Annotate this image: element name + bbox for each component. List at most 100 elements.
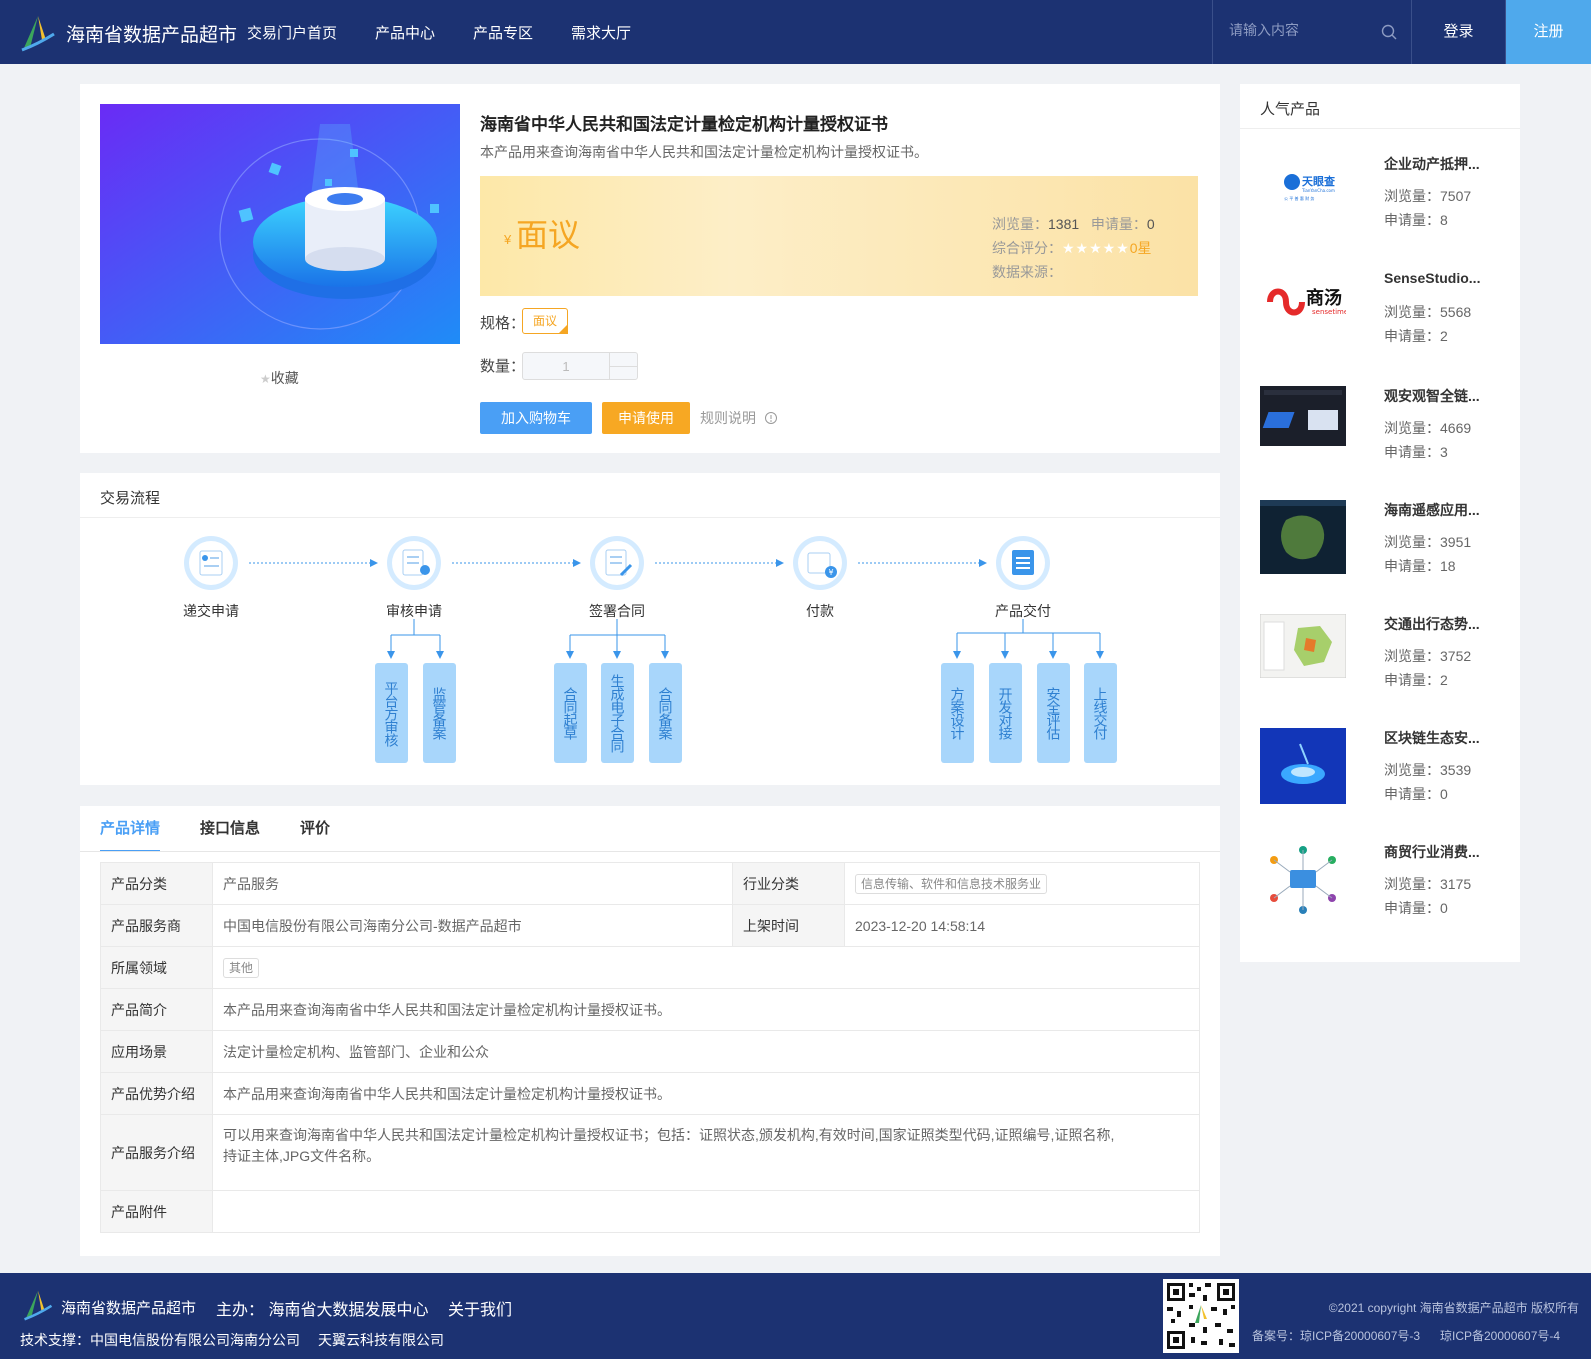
icp-record-1[interactable]: 备案号：琼ICP备20000607号-3 [1252, 1327, 1420, 1344]
step-submit-icon [184, 536, 238, 590]
main-nav: 交易门户首页 产品中心 产品专区 需求大厅 [247, 22, 631, 43]
applies-label: 申请量： [1384, 786, 1440, 802]
product-thumbnail [1260, 500, 1346, 574]
product-thumbnail [1260, 728, 1346, 804]
applies-label: 申请量： [1384, 672, 1440, 688]
nav-product-zone[interactable]: 产品专区 [473, 22, 533, 43]
popular-name: 海南遥感应用... [1384, 502, 1480, 518]
search-icon[interactable] [1381, 24, 1397, 40]
applies-label: 申请量： [1384, 328, 1440, 344]
popular-name: 观安观智全链... [1384, 388, 1480, 404]
icp-record-2[interactable]: 琼ICP备20000607号-4 [1440, 1327, 1560, 1344]
step-contract-label: 签署合同 [589, 603, 645, 619]
service-line-2: 持证主体,JPG文件名称。 [223, 1148, 381, 1164]
domain-tag: 其他 [223, 957, 260, 978]
industry-value: 信息传输、软件和信息技术服务业 [844, 862, 1200, 905]
search-input[interactable] [1229, 22, 1369, 38]
qr-code-icon [1163, 1279, 1239, 1353]
industry-key: 行业分类 [732, 862, 845, 905]
info-icon [764, 412, 777, 424]
product-info-table: 产品分类 产品服务 行业分类 信息传输、软件和信息技术服务业 产品服务商 中国电… [100, 862, 1200, 1233]
rating-stars-icon: ★★★★★ [1062, 240, 1130, 256]
apply-use-button[interactable]: 申请使用 [602, 402, 690, 434]
popular-views: 3175 [1440, 876, 1472, 892]
product-summary-card: ★收藏 海南省中华人民共和国法定计量检定机构计量授权证书 本产品用来查询海南省中… [80, 84, 1220, 453]
site-title[interactable]: 海南省数据产品超市 [66, 20, 237, 47]
rating-value: 0星 [1129, 240, 1152, 256]
favorite-label: 收藏 [270, 370, 299, 386]
quantity-label: 数量： [480, 358, 526, 375]
rules-label: 规则说明 [700, 410, 756, 426]
sub-e-contract: 生成电子合同 [601, 663, 634, 763]
tab-product-detail[interactable]: 产品详情 [100, 806, 161, 852]
popular-item[interactable]: 区块链生态安... 浏览量：3539 申请量：0 [1260, 728, 1510, 828]
tab-api-info[interactable]: 接口信息 [200, 806, 260, 852]
nav-home[interactable]: 交易门户首页 [247, 22, 337, 43]
about-us-link[interactable]: 关于我们 [448, 1296, 512, 1320]
footer-support: 技术支撑：中国电信股份有限公司海南分公司 [20, 1332, 300, 1348]
product-image [100, 104, 460, 344]
views-label: 浏览量： [1384, 420, 1440, 436]
rules-link[interactable]: 规则说明 [700, 408, 778, 428]
sub-go-live: 上线交付 [1084, 663, 1117, 763]
step-delivery-label: 产品交付 [995, 603, 1051, 619]
table-row: 产品优势介绍 本产品用来查询海南省中华人民共和国法定计量检定机构计量授权证书。 [100, 1072, 1200, 1115]
table-row: 应用场景 法定计量检定机构、监管部门、企业和公众 [100, 1030, 1200, 1073]
favorite-button[interactable]: ★收藏 [260, 368, 299, 388]
nav-product-center[interactable]: 产品中心 [375, 22, 435, 43]
category-key: 产品分类 [100, 862, 213, 905]
popular-views: 3752 [1440, 648, 1472, 664]
sub-contract-filing: 合同备案 [649, 663, 682, 763]
product-details-card: 产品详情 接口信息 评价 产品分类 产品服务 行业分类 信息传输、软件和信息技术… [80, 806, 1220, 1256]
popular-applies: 8 [1440, 212, 1448, 228]
product-thumbnail: 天眼查 TianYanCha.com 公 平 普 惠 财 务 [1260, 154, 1346, 218]
nav-demand-hall[interactable]: 需求大厅 [571, 22, 631, 43]
data-source-label: 数据来源： [992, 264, 1062, 280]
quantity-input[interactable] [523, 353, 609, 379]
popular-views: 3951 [1440, 534, 1472, 550]
popular-item[interactable]: 海南遥感应用... 浏览量：3951 申请量：18 [1260, 500, 1510, 600]
table-row: 产品服务商 中国电信股份有限公司海南分公司-数据产品超市 上架时间 2023-1… [100, 904, 1200, 947]
popular-item[interactable]: 交通出行态势... 浏览量：3752 申请量：2 [1260, 614, 1510, 714]
popular-item[interactable]: 商贸行业消费... 浏览量：3175 申请量：0 [1260, 842, 1510, 942]
popular-views: 7507 [1440, 188, 1472, 204]
scene-key: 应用场景 [100, 1030, 213, 1073]
domain-value: 其他 [212, 946, 1200, 989]
flow-title: 交易流程 [100, 490, 161, 507]
tab-reviews[interactable]: 评价 [300, 806, 330, 852]
views-label: 浏览量： [1384, 304, 1440, 320]
popular-item[interactable]: 天眼查 TianYanCha.com 公 平 普 惠 财 务 企业动产抵押...… [1260, 154, 1510, 254]
service-line-1: 可以用来查询海南省中华人民共和国法定计量检定机构计量授权证书；包括：证照状态,颁… [223, 1127, 1115, 1143]
popular-item[interactable]: 观安观智全链... 浏览量：4669 申请量：3 [1260, 386, 1510, 486]
popular-views: 3539 [1440, 762, 1472, 778]
popular-name: 商贸行业消费... [1384, 844, 1480, 860]
footer-site-title: 海南省数据产品超市 [61, 1300, 197, 1317]
quantity-arrows[interactable] [609, 353, 638, 379]
product-thumbnail [1260, 614, 1346, 678]
login-button[interactable]: 登录 [1412, 0, 1506, 64]
views-label: 浏览量： [1384, 876, 1440, 892]
site-logo-icon[interactable] [20, 14, 56, 52]
popular-applies: 2 [1440, 672, 1448, 688]
product-description: 本产品用来查询海南省中华人民共和国法定计量检定机构计量授权证书。 [480, 144, 928, 160]
listed-key: 上架时间 [732, 904, 845, 947]
add-to-cart-button[interactable]: 加入购物车 [480, 402, 592, 434]
popular-name: 区块链生态安... [1384, 730, 1480, 746]
popular-products-panel: 人气产品 天眼查 TianYanCha.com 公 平 普 惠 财 务 企业动产… [1240, 84, 1520, 962]
advantage-value: 本产品用来查询海南省中华人民共和国法定计量检定机构计量授权证书。 [212, 1072, 1200, 1115]
step-delivery-icon [996, 536, 1050, 590]
step-review-label: 审核申请 [386, 603, 442, 619]
service-value: 可以用来查询海南省中华人民共和国法定计量检定机构计量授权证书；包括：证照状态,颁… [212, 1114, 1200, 1191]
provider-key: 产品服务商 [100, 904, 213, 947]
spec-option[interactable]: 面议 [522, 308, 568, 334]
attachment-value [212, 1190, 1200, 1233]
popular-applies: 0 [1440, 786, 1448, 802]
popular-item[interactable]: 商汤 sensetime SenseStudio... 浏览量：5568 申请量… [1260, 270, 1510, 370]
register-button[interactable]: 注册 [1506, 0, 1591, 64]
thumb-sense-sub: sensetime [1312, 308, 1346, 316]
site-footer: 海南省数据产品超市 主办： 海南省大数据发展中心 关于我们 技术支撑：中国电信股… [0, 1273, 1591, 1359]
search-box [1212, 0, 1412, 64]
popular-name: 企业动产抵押... [1384, 156, 1480, 172]
applies-label: 申请量： [1384, 212, 1440, 228]
views-label: 浏览量： [1384, 648, 1440, 664]
